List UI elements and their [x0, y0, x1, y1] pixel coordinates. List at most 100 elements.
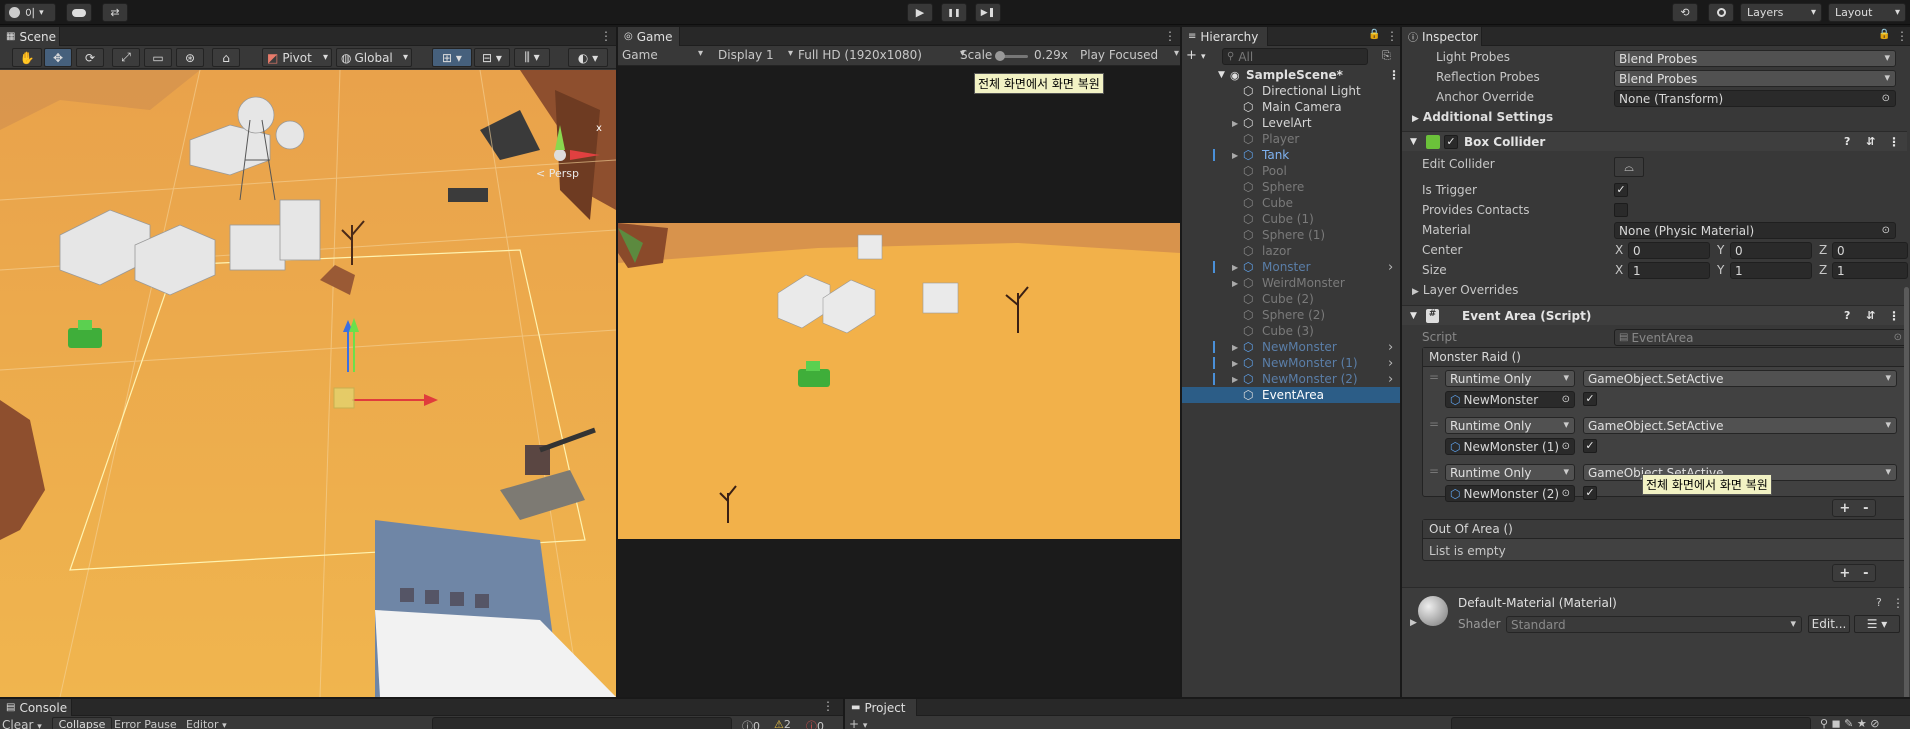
provides-contacts-checkbox[interactable]	[1614, 203, 1628, 217]
create-button[interactable]: + ▾	[1186, 48, 1216, 64]
object-picker-icon[interactable]: ⊙	[1562, 441, 1570, 452]
increment-snap-button[interactable]: ⊟ ▾	[474, 48, 510, 67]
hierarchy-item[interactable]: ⬡ Cube (3)	[1182, 323, 1400, 339]
set-active-checkbox[interactable]: ✓	[1583, 439, 1597, 453]
error-count[interactable]: ⓘ0	[806, 718, 824, 729]
warning-count[interactable]: ⚠2	[774, 718, 791, 729]
hierarchy-item[interactable]: ⬡ Sphere (1)	[1182, 227, 1400, 243]
scene-menu-icon[interactable]: ⋮	[600, 29, 612, 43]
collapse-toggle[interactable]: Collapse	[52, 717, 112, 729]
target-object-field[interactable]: ⬡ NewMonster (1) ⊙	[1445, 438, 1575, 455]
tab-scene[interactable]: ▦ Scene	[0, 27, 60, 46]
play-button[interactable]: ▶	[907, 3, 933, 22]
tab-hierarchy[interactable]: ≡ Hierarchy	[1182, 27, 1268, 46]
scale-tool-button[interactable]: ⤢	[112, 48, 140, 67]
runtime-dropdown[interactable]: Runtime Only	[1445, 464, 1575, 481]
hand-tool-button[interactable]: ✋	[12, 48, 42, 67]
layer-overrides-foldout[interactable]: ▶ Layer Overrides	[1412, 283, 1518, 297]
hierarchy-item[interactable]: ▶ ⬡ LevelArt	[1182, 115, 1400, 131]
box-collider-enabled-checkbox[interactable]: ✓	[1444, 135, 1458, 149]
resolution-dropdown[interactable]: Full HD (1920x1080) ▾	[798, 48, 970, 62]
draw-mode-button[interactable]: ◐ ▾	[568, 48, 608, 67]
hierarchy-search-input[interactable]: ⚲ All	[1222, 48, 1368, 65]
size-z-field[interactable]: 1	[1832, 262, 1908, 279]
rect-tool-button[interactable]: ▭	[144, 48, 172, 67]
chevron-right-icon[interactable]: ›	[1388, 260, 1393, 275]
expand-arrow-icon[interactable]: ▶	[1232, 263, 1238, 272]
pivot-dropdown[interactable]: ◩ Pivot ▾	[262, 48, 332, 67]
tab-inspector[interactable]: ⓘ Inspector	[1402, 27, 1482, 46]
display-dropdown[interactable]: Display 1 ▾	[718, 48, 798, 62]
runtime-dropdown[interactable]: Runtime Only	[1445, 370, 1575, 387]
is-trigger-checkbox[interactable]: ✓	[1614, 183, 1628, 197]
component-menu-icon[interactable]: ⋮	[1892, 596, 1904, 610]
custom-tool-button[interactable]: ⌂	[212, 48, 240, 67]
target-object-field[interactable]: ⬡ NewMonster (2) ⊙	[1445, 485, 1575, 502]
center-x-field[interactable]: 0	[1628, 242, 1710, 259]
add-entry-button[interactable]: +	[1839, 501, 1850, 516]
material-foldout-icon[interactable]: ▶	[1410, 618, 1417, 628]
component-menu-icon[interactable]: ⋮	[1888, 135, 1900, 149]
scene-menu-icon[interactable]: ⋮	[1388, 68, 1400, 82]
object-picker-icon[interactable]: ⊙	[1882, 225, 1890, 236]
runtime-dropdown[interactable]: Runtime Only	[1445, 417, 1575, 434]
undo-history-button[interactable]: ⟲	[1672, 3, 1698, 22]
hierarchy-item[interactable]: ⬡ Pool	[1182, 163, 1400, 179]
lock-icon[interactable]: 🔒	[1368, 29, 1380, 40]
tab-game[interactable]: ◎ Game	[618, 27, 680, 46]
game-mode-dropdown[interactable]: Game ▾	[622, 48, 706, 62]
size-x-field[interactable]: 1	[1628, 262, 1710, 279]
hierarchy-item[interactable]: ▶ ⬡ NewMonster (1) ›	[1182, 355, 1400, 371]
persp-label[interactable]: < Persp	[536, 167, 579, 180]
object-picker-icon[interactable]: ⊙	[1562, 488, 1570, 499]
error-pause-toggle[interactable]: Error Pause	[114, 718, 177, 729]
lock-icon[interactable]: 🔒	[1878, 29, 1890, 40]
play-focused-dropdown[interactable]: Play Focused ▾	[1080, 48, 1180, 62]
hierarchy-item[interactable]: ⬡ EventArea	[1182, 387, 1400, 403]
size-y-field[interactable]: 1	[1730, 262, 1812, 279]
function-dropdown[interactable]: GameObject.SetActive	[1583, 370, 1897, 387]
target-object-field[interactable]: ⬡ NewMonster ⊙	[1445, 391, 1575, 408]
help-icon[interactable]: ?	[1844, 309, 1850, 322]
search-button[interactable]	[1708, 3, 1734, 22]
drag-handle-icon[interactable]: =	[1429, 464, 1439, 478]
game-viewport[interactable]	[618, 223, 1180, 539]
hierarchy-item[interactable]: ⬡ Main Camera	[1182, 99, 1400, 115]
center-y-field[interactable]: 0	[1730, 242, 1812, 259]
clear-button[interactable]: Clear ▾	[2, 718, 42, 729]
anchor-override-field[interactable]: None (Transform) ⊙	[1614, 90, 1896, 107]
drag-handle-icon[interactable]: =	[1429, 370, 1439, 384]
hierarchy-item[interactable]: ▶ ⬡ NewMonster ›	[1182, 339, 1400, 355]
move-tool-button[interactable]: ✥	[44, 48, 72, 67]
scale-slider-knob[interactable]	[994, 51, 1005, 61]
hierarchy-item[interactable]: ▶ ⬡ Tank	[1182, 147, 1400, 163]
additional-settings-foldout[interactable]: ▶ Additional Settings	[1412, 110, 1553, 124]
help-icon[interactable]: ?	[1876, 596, 1882, 609]
hierarchy-item[interactable]: ⬡ Player	[1182, 131, 1400, 147]
hierarchy-item[interactable]: ⬡ Sphere (2)	[1182, 307, 1400, 323]
layout-dropdown[interactable]: Layout ▾	[1828, 3, 1906, 22]
center-z-field[interactable]: 0	[1832, 242, 1908, 259]
scene-viewport[interactable]: < Persp x	[0, 70, 616, 697]
global-dropdown[interactable]: ◍ Global ▾	[336, 48, 412, 67]
scene-root-row[interactable]: ▼ ◉ SampleScene* ⋮	[1182, 67, 1400, 83]
reflection-probes-dropdown[interactable]: Blend Probes	[1614, 70, 1896, 87]
project-filter-icons[interactable]: ⚲ ◼ ✎ ★ ⊘	[1820, 717, 1879, 729]
hierarchy-item[interactable]: ⬡ Directional Light	[1182, 83, 1400, 99]
hierarchy-item[interactable]: ⬡ lazor	[1182, 243, 1400, 259]
hierarchy-item[interactable]: ▶ ⬡ Monster ›	[1182, 259, 1400, 275]
grid-snap-button[interactable]: ⊞ ▾	[432, 48, 472, 67]
help-icon[interactable]: ?	[1844, 135, 1850, 148]
tab-project[interactable]: ▬ Project	[845, 699, 917, 716]
expand-arrow-icon[interactable]: ▶	[1232, 151, 1238, 160]
collab-button[interactable]: ⇄	[102, 3, 128, 22]
project-create-button[interactable]: + ▾	[849, 717, 867, 729]
component-menu-icon[interactable]: ⋮	[1888, 309, 1900, 323]
chevron-right-icon[interactable]: ›	[1388, 356, 1393, 371]
shader-dropdown[interactable]: Standard	[1506, 616, 1802, 633]
hierarchy-item[interactable]: ⬡ Sphere	[1182, 179, 1400, 195]
set-active-checkbox[interactable]: ✓	[1583, 486, 1597, 500]
chevron-right-icon[interactable]: ›	[1388, 340, 1393, 355]
editor-dropdown[interactable]: Editor ▾	[186, 718, 227, 729]
hierarchy-item[interactable]: ⬡ Cube (2)	[1182, 291, 1400, 307]
